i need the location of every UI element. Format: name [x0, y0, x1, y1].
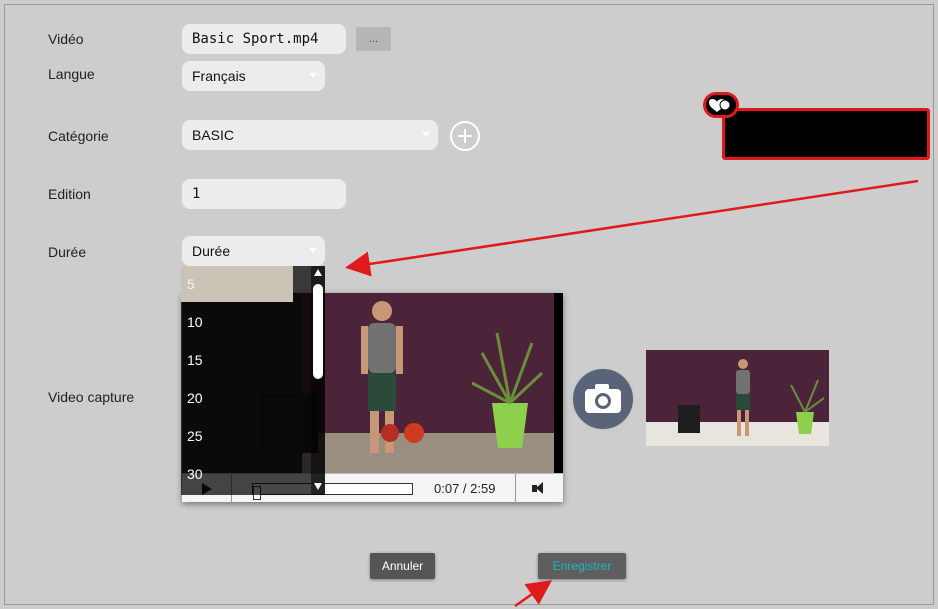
duree-select[interactable]: Durée [182, 236, 325, 266]
volume-icon[interactable] [515, 474, 563, 503]
time-display: 0:07 / 2:59 [434, 481, 496, 496]
annotation-callout [722, 108, 930, 160]
arrow-to-dropdown [345, 179, 919, 277]
categorie-select[interactable]: BASIC [182, 120, 438, 150]
chevron-down-icon [309, 248, 317, 253]
chevron-down-icon [422, 132, 430, 137]
annotation-badge-icon [703, 92, 739, 118]
cancel-button[interactable]: Annuler [370, 553, 435, 579]
duree-option[interactable]: 5 [181, 266, 293, 302]
duree-value: Durée [192, 243, 231, 259]
video-label: Vidéo [48, 31, 84, 47]
video-capture-label: Video capture [48, 389, 135, 405]
duree-option[interactable]: 10 [181, 304, 293, 340]
camera-capture-button[interactable] [571, 367, 635, 431]
edition-input[interactable]: 1 [182, 179, 346, 209]
edition-label: Edition [48, 186, 91, 202]
add-category-icon[interactable] [450, 121, 480, 151]
categorie-value: BASIC [192, 127, 235, 143]
camera-icon [585, 384, 621, 413]
scroll-down-icon[interactable] [314, 483, 322, 490]
duree-dropdown-list[interactable]: 5 10 15 20 25 30 [181, 266, 325, 495]
chevron-down-icon [309, 73, 317, 78]
duree-option[interactable]: 20 [181, 380, 293, 416]
arrow-to-save [514, 580, 553, 608]
duree-option[interactable]: 30 [181, 456, 293, 492]
save-button[interactable]: Enregistrer [538, 553, 626, 579]
capture-thumbnail [646, 350, 829, 446]
video-file-value: Basic Sport.mp4 [192, 31, 319, 47]
langue-select[interactable]: Français [182, 61, 325, 91]
duree-option[interactable]: 25 [181, 418, 293, 454]
langue-value: Français [192, 68, 246, 84]
dropdown-scrollbar[interactable] [311, 266, 325, 495]
video-file-field[interactable]: Basic Sport.mp4 [182, 24, 346, 54]
scrollbar-thumb[interactable] [313, 284, 323, 379]
browse-button[interactable]: ... [356, 27, 391, 51]
duree-option[interactable]: 15 [181, 342, 293, 378]
edition-value: 1 [192, 186, 201, 202]
langue-label: Langue [48, 66, 95, 82]
duree-label: Durée [48, 244, 87, 260]
scroll-up-icon[interactable] [314, 269, 322, 276]
categorie-label: Catégorie [48, 128, 109, 144]
